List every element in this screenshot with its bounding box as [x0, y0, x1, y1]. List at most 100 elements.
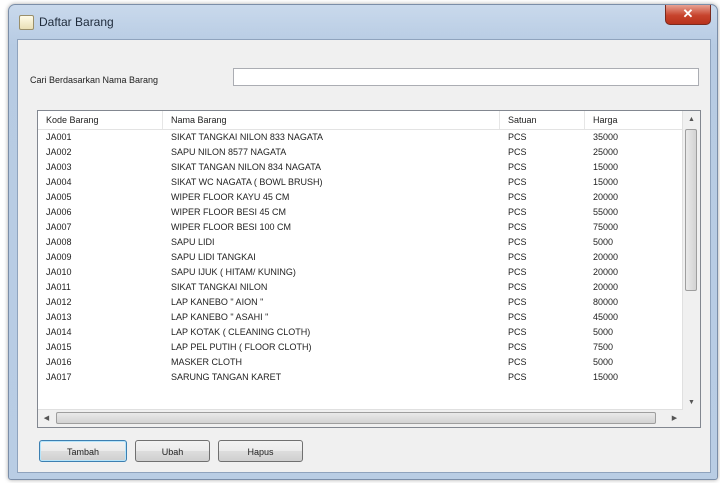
cell-satuan: PCS: [508, 177, 527, 187]
cell-satuan: PCS: [508, 297, 527, 307]
cell-nama: SAPU IJUK ( HITAM/ KUNING): [171, 267, 296, 277]
table-row[interactable]: JA013 LAP KANEBO " ASAHI " PCS 45000: [38, 310, 683, 325]
cell-harga: 80000: [593, 297, 619, 307]
cell-harga: 15000: [593, 372, 619, 382]
cell-satuan: PCS: [508, 252, 527, 262]
cell-nama: WIPER FLOOR BESI 45 CM: [171, 207, 287, 217]
cell-nama: WIPER FLOOR BESI 100 CM: [171, 222, 292, 232]
cell-kode: JA004: [46, 177, 72, 187]
cell-satuan: PCS: [508, 372, 527, 382]
cell-nama: LAP PEL PUTIH ( FLOOR CLOTH): [171, 342, 312, 352]
table-row[interactable]: JA014 LAP KOTAK ( CLEANING CLOTH) PCS 5000: [38, 325, 683, 340]
table-row[interactable]: JA008 SAPU LIDI PCS 5000: [38, 235, 683, 250]
cell-kode: JA014: [46, 327, 72, 337]
table-row[interactable]: JA010 SAPU IJUK ( HITAM/ KUNING) PCS 20000: [38, 265, 683, 280]
delete-button[interactable]: Hapus: [218, 440, 303, 462]
table-row[interactable]: JA015 LAP PEL PUTIH ( FLOOR CLOTH) PCS 7500: [38, 340, 683, 355]
cell-satuan: PCS: [508, 327, 527, 337]
search-input[interactable]: [233, 68, 699, 86]
cell-kode: JA016: [46, 357, 72, 367]
cell-kode: JA011: [46, 282, 71, 292]
cell-harga: 20000: [593, 192, 619, 202]
edit-button[interactable]: Ubah: [135, 440, 210, 462]
cell-kode: JA017: [46, 372, 72, 382]
cell-satuan: PCS: [508, 357, 527, 367]
cell-kode: JA003: [46, 162, 72, 172]
cell-kode: JA008: [46, 237, 72, 247]
cell-satuan: PCS: [508, 267, 527, 277]
cell-satuan: PCS: [508, 282, 527, 292]
table-row[interactable]: JA001 SIKAT TANGKAI NILON 833 NAGATA PCS 35…: [38, 130, 683, 145]
window-title: Daftar Barang: [39, 15, 114, 29]
cell-satuan: PCS: [508, 192, 527, 202]
grid-rows: JA001 SIKAT TANGKAI NILON 833 NAGATA PCS 35…: [38, 130, 683, 385]
cell-kode: JA009: [46, 252, 72, 262]
column-header-nama[interactable]: Nama Barang: [163, 111, 500, 129]
search-label: Cari Berdasarkan Nama Barang: [30, 75, 159, 85]
table-row[interactable]: JA007 WIPER FLOOR BESI 100 CM PCS 75000: [38, 220, 683, 235]
table-row[interactable]: JA005 WIPER FLOOR KAYU 45 CM PCS 20000: [38, 190, 683, 205]
cell-harga: 15000: [593, 177, 619, 187]
cell-nama: LAP KANEBO " ASAHI ": [171, 312, 269, 322]
cell-kode: JA006: [46, 207, 72, 217]
cell-nama: SAPU LIDI TANGKAI: [171, 252, 256, 262]
cell-harga: 15000: [593, 162, 619, 172]
table-row[interactable]: JA006 WIPER FLOOR BESI 45 CM PCS 55000: [38, 205, 683, 220]
cell-nama: SAPU NILON 8577 NAGATA: [171, 147, 287, 157]
cell-satuan: PCS: [508, 207, 527, 217]
cell-harga: 5000: [593, 357, 614, 367]
cell-kode: JA002: [46, 147, 72, 157]
vertical-scrollbar[interactable]: ▲ ▼: [682, 111, 700, 411]
cell-nama: WIPER FLOOR KAYU 45 CM: [171, 192, 290, 202]
table-row[interactable]: JA012 LAP KANEBO " AION " PCS 80000: [38, 295, 683, 310]
table-row[interactable]: JA017 SARUNG TANGAN KARET PCS 15000: [38, 370, 683, 385]
cell-harga: 20000: [593, 282, 619, 292]
cell-kode: JA001: [46, 132, 72, 142]
items-grid[interactable]: Kode Barang Nama Barang Satuan Harga JA0…: [37, 110, 701, 428]
table-row[interactable]: JA002 SAPU NILON 8577 NAGATA PCS 25000: [38, 145, 683, 160]
cell-harga: 5000: [593, 237, 614, 247]
cell-kode: JA005: [46, 192, 72, 202]
scroll-left-icon[interactable]: ◀: [38, 410, 55, 427]
table-row[interactable]: JA003 SIKAT TANGAN NILON 834 NAGATA PCS 150…: [38, 160, 683, 175]
cell-nama: SIKAT TANGKAI NILON: [171, 282, 268, 292]
table-row[interactable]: JA011 SIKAT TANGKAI NILON PCS 20000: [38, 280, 683, 295]
cell-harga: 75000: [593, 222, 619, 232]
add-button[interactable]: Tambah: [39, 440, 127, 462]
cell-harga: 35000: [593, 132, 619, 142]
cell-satuan: PCS: [508, 147, 527, 157]
scroll-up-icon[interactable]: ▲: [683, 111, 700, 128]
cell-harga: 7500: [593, 342, 614, 352]
cell-satuan: PCS: [508, 342, 527, 352]
cell-kode: JA012: [46, 297, 72, 307]
close-button[interactable]: ✕: [665, 5, 711, 25]
cell-harga: 20000: [593, 267, 619, 277]
vertical-scroll-thumb[interactable]: [685, 129, 697, 291]
cell-harga: 20000: [593, 252, 619, 262]
table-row[interactable]: JA016 MASKER CLOTH PCS 5000: [38, 355, 683, 370]
table-row[interactable]: JA009 SAPU LIDI TANGKAI PCS 20000: [38, 250, 683, 265]
cell-nama: LAP KOTAK ( CLEANING CLOTH): [171, 327, 311, 337]
cell-satuan: PCS: [508, 237, 527, 247]
cell-harga: 55000: [593, 207, 619, 217]
scroll-down-icon[interactable]: ▼: [683, 394, 700, 411]
column-header-harga[interactable]: Harga: [585, 111, 683, 129]
scroll-right-icon[interactable]: ▶: [666, 410, 683, 427]
title-bar[interactable]: Daftar Barang ✕: [9, 5, 717, 39]
app-icon: [19, 15, 34, 30]
grid-header: Kode Barang Nama Barang Satuan Harga: [38, 111, 683, 130]
cell-kode: JA015: [46, 342, 72, 352]
cell-nama: MASKER CLOTH: [171, 357, 243, 367]
horizontal-scroll-thumb[interactable]: [56, 412, 656, 424]
cell-nama: SARUNG TANGAN KARET: [171, 372, 282, 382]
cell-kode: JA010: [46, 267, 72, 277]
cell-harga: 25000: [593, 147, 619, 157]
cell-kode: JA007: [46, 222, 72, 232]
horizontal-scrollbar[interactable]: ◀ ▶: [38, 409, 683, 427]
cell-satuan: PCS: [508, 222, 527, 232]
cell-satuan: PCS: [508, 162, 527, 172]
column-header-satuan[interactable]: Satuan: [500, 111, 585, 129]
cell-nama: SIKAT TANGAN NILON 834 NAGATA: [171, 162, 322, 172]
table-row[interactable]: JA004 SIKAT WC NAGATA ( BOWL BRUSH) PCS 150…: [38, 175, 683, 190]
column-header-kode[interactable]: Kode Barang: [38, 111, 163, 129]
